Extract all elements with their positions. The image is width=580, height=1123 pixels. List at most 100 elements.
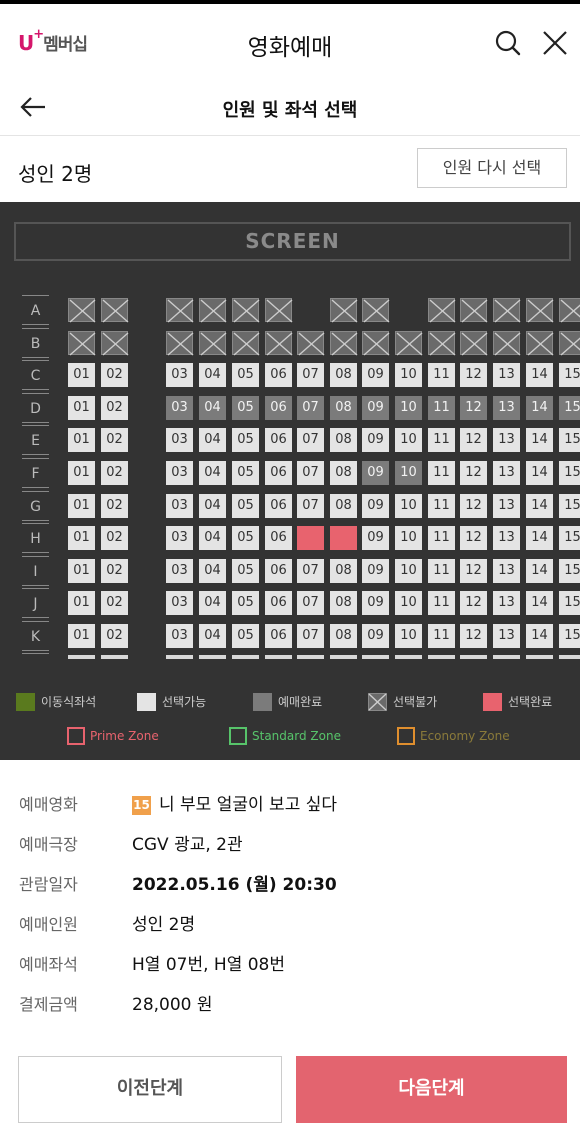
seat-I-02[interactable]: 02 bbox=[101, 558, 128, 583]
seat-F-07[interactable]: 07 bbox=[297, 461, 324, 485]
seat-H-07[interactable] bbox=[297, 526, 324, 551]
seat-I-07[interactable]: 07 bbox=[297, 558, 324, 583]
seat-J-02[interactable]: 02 bbox=[101, 591, 128, 616]
seat-C-14[interactable]: 14 bbox=[526, 363, 553, 388]
seat-E-03[interactable]: 03 bbox=[166, 428, 193, 453]
seat-H-13[interactable]: 13 bbox=[493, 526, 520, 551]
seat-F-15[interactable]: 15 bbox=[559, 461, 580, 485]
seat-C-11[interactable]: 11 bbox=[428, 363, 455, 388]
seat-F-13[interactable]: 13 bbox=[493, 461, 520, 485]
seat-G-08[interactable]: 08 bbox=[330, 493, 357, 518]
seat-K-13[interactable]: 13 bbox=[493, 624, 520, 648]
seat-F-06[interactable]: 06 bbox=[265, 461, 292, 485]
seat-E-02[interactable]: 02 bbox=[101, 428, 128, 453]
seat-E-12[interactable]: 12 bbox=[460, 428, 487, 453]
seat-F-01[interactable]: 01 bbox=[68, 461, 95, 485]
seat-H-03[interactable]: 03 bbox=[166, 526, 193, 551]
seat-K-08[interactable]: 08 bbox=[330, 624, 357, 648]
seat-I-13[interactable]: 13 bbox=[493, 558, 520, 583]
seat-E-04[interactable]: 04 bbox=[199, 428, 226, 453]
seat-I-04[interactable]: 04 bbox=[199, 558, 226, 583]
seat-H-06[interactable]: 06 bbox=[265, 526, 292, 551]
seat-D-01[interactable]: 01 bbox=[68, 395, 95, 420]
seat-H-02[interactable]: 02 bbox=[101, 526, 128, 551]
seat-E-01[interactable]: 01 bbox=[68, 428, 95, 453]
seat-H-10[interactable]: 10 bbox=[395, 526, 422, 551]
seat-E-15[interactable]: 15 bbox=[559, 428, 580, 453]
seat-F-05[interactable]: 05 bbox=[232, 461, 259, 485]
seat-F-14[interactable]: 14 bbox=[526, 461, 553, 485]
seat-G-10[interactable]: 10 bbox=[395, 493, 422, 518]
seat-I-12[interactable]: 12 bbox=[460, 558, 487, 583]
seat-J-01[interactable]: 01 bbox=[68, 591, 95, 616]
seat-K-10[interactable]: 10 bbox=[395, 624, 422, 648]
seat-E-09[interactable]: 09 bbox=[362, 428, 389, 453]
seat-I-14[interactable]: 14 bbox=[526, 558, 553, 583]
close-icon[interactable] bbox=[540, 28, 570, 58]
seat-K-01[interactable]: 01 bbox=[68, 624, 95, 648]
seat-E-14[interactable]: 14 bbox=[526, 428, 553, 453]
seat-F-03[interactable]: 03 bbox=[166, 461, 193, 485]
seat-H-12[interactable]: 12 bbox=[460, 526, 487, 551]
seat-K-02[interactable]: 02 bbox=[101, 624, 128, 648]
seat-F-12[interactable]: 12 bbox=[460, 461, 487, 485]
seat-G-14[interactable]: 14 bbox=[526, 493, 553, 518]
seat-C-13[interactable]: 13 bbox=[493, 363, 520, 388]
seat-K-03[interactable]: 03 bbox=[166, 624, 193, 648]
seat-C-12[interactable]: 12 bbox=[460, 363, 487, 388]
seat-I-11[interactable]: 11 bbox=[428, 558, 455, 583]
seat-D-02[interactable]: 02 bbox=[101, 395, 128, 420]
prev-step-button[interactable]: 이전단계 bbox=[18, 1056, 282, 1123]
seat-G-12[interactable]: 12 bbox=[460, 493, 487, 518]
seat-C-01[interactable]: 01 bbox=[68, 363, 95, 388]
seat-J-10[interactable]: 10 bbox=[395, 591, 422, 616]
seat-E-05[interactable]: 05 bbox=[232, 428, 259, 453]
seat-C-09[interactable]: 09 bbox=[362, 363, 389, 388]
seat-G-11[interactable]: 11 bbox=[428, 493, 455, 518]
seat-G-09[interactable]: 09 bbox=[362, 493, 389, 518]
seat-I-09[interactable]: 09 bbox=[362, 558, 389, 583]
seat-E-11[interactable]: 11 bbox=[428, 428, 455, 453]
seat-H-08[interactable] bbox=[330, 526, 357, 551]
seat-C-10[interactable]: 10 bbox=[395, 363, 422, 388]
seat-H-15[interactable]: 15 bbox=[559, 526, 580, 551]
seat-J-07[interactable]: 07 bbox=[297, 591, 324, 616]
seat-J-12[interactable]: 12 bbox=[460, 591, 487, 616]
seat-I-15[interactable]: 15 bbox=[559, 558, 580, 583]
seat-F-11[interactable]: 11 bbox=[428, 461, 455, 485]
seat-J-11[interactable]: 11 bbox=[428, 591, 455, 616]
seat-G-04[interactable]: 04 bbox=[199, 493, 226, 518]
seat-K-11[interactable]: 11 bbox=[428, 624, 455, 648]
seat-K-07[interactable]: 07 bbox=[297, 624, 324, 648]
seat-I-05[interactable]: 05 bbox=[232, 558, 259, 583]
seat-K-12[interactable]: 12 bbox=[460, 624, 487, 648]
seat-C-03[interactable]: 03 bbox=[166, 363, 193, 388]
seat-G-06[interactable]: 06 bbox=[265, 493, 292, 518]
seat-C-06[interactable]: 06 bbox=[265, 363, 292, 388]
seat-G-13[interactable]: 13 bbox=[493, 493, 520, 518]
seat-K-06[interactable]: 06 bbox=[265, 624, 292, 648]
seat-I-06[interactable]: 06 bbox=[265, 558, 292, 583]
seat-I-08[interactable]: 08 bbox=[330, 558, 357, 583]
seat-H-11[interactable]: 11 bbox=[428, 526, 455, 551]
seat-C-07[interactable]: 07 bbox=[297, 363, 324, 388]
seat-E-10[interactable]: 10 bbox=[395, 428, 422, 453]
seat-C-15[interactable]: 15 bbox=[559, 363, 580, 388]
seat-J-09[interactable]: 09 bbox=[362, 591, 389, 616]
seat-G-03[interactable]: 03 bbox=[166, 493, 193, 518]
seat-J-08[interactable]: 08 bbox=[330, 591, 357, 616]
seat-G-01[interactable]: 01 bbox=[68, 493, 95, 518]
seat-K-05[interactable]: 05 bbox=[232, 624, 259, 648]
seat-K-15[interactable]: 15 bbox=[559, 624, 580, 648]
seat-H-14[interactable]: 14 bbox=[526, 526, 553, 551]
seat-H-01[interactable]: 01 bbox=[68, 526, 95, 551]
seat-C-04[interactable]: 04 bbox=[199, 363, 226, 388]
seat-K-04[interactable]: 04 bbox=[199, 624, 226, 648]
seat-K-09[interactable]: 09 bbox=[362, 624, 389, 648]
seat-F-08[interactable]: 08 bbox=[330, 461, 357, 485]
seat-G-15[interactable]: 15 bbox=[559, 493, 580, 518]
seat-J-03[interactable]: 03 bbox=[166, 591, 193, 616]
seat-J-04[interactable]: 04 bbox=[199, 591, 226, 616]
seat-J-05[interactable]: 05 bbox=[232, 591, 259, 616]
seat-I-01[interactable]: 01 bbox=[68, 558, 95, 583]
